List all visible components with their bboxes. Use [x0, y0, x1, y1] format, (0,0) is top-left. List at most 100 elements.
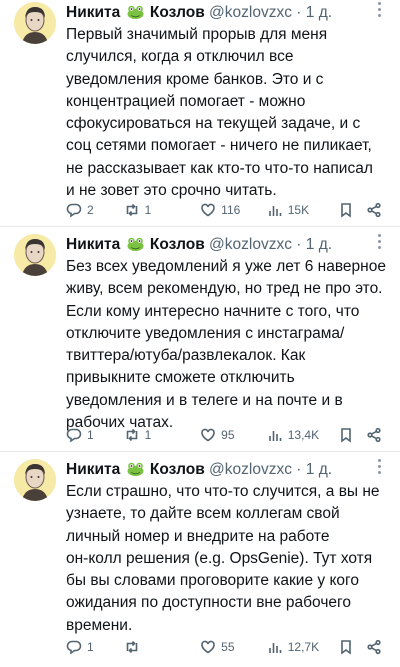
- views-icon: [268, 206, 282, 216]
- heart-icon: [201, 428, 215, 442]
- retweet-icon: [126, 428, 137, 442]
- tweet-text-line: твиттера/ютуба/развлекалок. Как: [66, 347, 306, 365]
- share-icon: [367, 427, 381, 443]
- tweet[interactable]: Никита Козлов @kozlovzxc · 1 д. Без всех…: [0, 232, 400, 452]
- share-button[interactable]: [366, 639, 386, 655]
- tweet-text-line: узнаете, то дайте всем коллегам свой: [66, 505, 340, 523]
- tweet-text-line: сфокусироваться на текущей задаче, и с: [66, 115, 361, 133]
- views-button[interactable]: 13,4K: [267, 427, 339, 443]
- frog-emoji-icon: [127, 462, 144, 476]
- author-surname[interactable]: Козлов: [150, 4, 205, 21]
- bookmark-icon: [341, 428, 352, 443]
- views-icon: [268, 431, 282, 441]
- share-icon: [367, 202, 381, 218]
- views-button[interactable]: 15K: [267, 202, 339, 218]
- tweet[interactable]: Никита Козлов @kozlovzxc · 1 д. Если стр…: [0, 457, 400, 667]
- tweet-actions: 2 1 116 15K: [66, 200, 386, 220]
- separator: ·: [296, 236, 302, 253]
- like-button[interactable]: 95: [200, 427, 267, 443]
- retweet-count: 1: [144, 203, 152, 217]
- reply-button[interactable]: 2: [66, 202, 124, 218]
- tweet-text-line: концентрацией помогает - можно: [66, 92, 306, 110]
- tweet-text-line: Если страшно, что что-то случится, а вы …: [66, 483, 380, 500]
- views-count: 13,4K: [287, 428, 320, 442]
- tweet-text-line: привыкните сможете отключить: [66, 369, 295, 387]
- views-count: 15K: [287, 203, 310, 217]
- tweet-text-line: личный номер и внедрите на работе: [66, 527, 330, 545]
- reply-button[interactable]: 1: [66, 639, 124, 655]
- author-handle[interactable]: @kozlovzxc: [209, 461, 292, 478]
- views-icon: [268, 643, 282, 653]
- tweet[interactable]: Никита Козлов @kozlovzxc · 1 д. Первый з…: [0, 0, 400, 227]
- heart-icon: [201, 203, 215, 217]
- tweet-text-line: не рассказывает как кто-то что-то написа…: [66, 159, 373, 177]
- avatar[interactable]: [14, 459, 56, 501]
- timestamp[interactable]: 1 д.: [306, 236, 332, 253]
- retweet-button[interactable]: [124, 639, 201, 655]
- tweet-actions: 1 55 12,7K: [66, 637, 386, 657]
- reply-icon: [66, 640, 82, 655]
- frog-emoji-icon: [127, 237, 144, 251]
- author-surname[interactable]: Козлов: [150, 236, 205, 253]
- tweet-text-line: бы вы словами проговорите какие у кого: [66, 572, 359, 590]
- avatar[interactable]: [14, 2, 56, 44]
- tweet-header: Никита Козлов @kozlovzxc · 1 д.: [66, 3, 390, 23]
- share-button[interactable]: [366, 427, 386, 443]
- author-name[interactable]: Никита: [66, 461, 120, 478]
- author-name[interactable]: Никита: [66, 4, 120, 21]
- more-icon[interactable]: [378, 2, 382, 18]
- author-name[interactable]: Никита: [66, 236, 120, 253]
- tweet-text-line: ожидания по доступности вне рабочего: [66, 594, 351, 612]
- more-icon[interactable]: [378, 234, 382, 250]
- views-count: 12,7K: [287, 640, 320, 654]
- bookmark-button[interactable]: [338, 427, 366, 443]
- tweet-text-line: живу, всем рекомендую, но тред не про эт…: [66, 280, 383, 298]
- tweet-text-line: Первый значимый прорыв для меня: [66, 26, 328, 43]
- retweet-icon: [126, 203, 137, 217]
- reply-count: 1: [87, 428, 94, 442]
- views-button[interactable]: 12,7K: [267, 639, 339, 655]
- bookmark-button[interactable]: [338, 639, 366, 655]
- tweet-text-line: отключите уведомления с инстаграма/: [66, 324, 345, 342]
- reply-count: 1: [87, 640, 94, 654]
- tweet-text-line: уведомления и в телеге и на почте и в: [66, 391, 343, 409]
- author-handle[interactable]: @kozlovzxc: [209, 4, 292, 21]
- tweet-header: Никита Козлов @kozlovzxc · 1 д.: [66, 460, 390, 480]
- more-icon[interactable]: [378, 459, 382, 475]
- reply-icon: [66, 428, 82, 443]
- tweet-text-line: времени.: [66, 616, 133, 634]
- reply-count: 2: [87, 203, 94, 217]
- bookmark-icon: [341, 203, 352, 218]
- share-button[interactable]: [366, 202, 386, 218]
- tweet-text: Если страшно, что что-то случится, а вы …: [66, 481, 394, 637]
- timestamp[interactable]: 1 д.: [306, 4, 332, 21]
- separator: ·: [296, 4, 302, 21]
- tweet-header: Никита Козлов @kozlovzxc · 1 д.: [66, 235, 390, 255]
- tweet-text-line: соц сетями помогает - ничего не пиликает…: [66, 137, 372, 155]
- reply-icon: [66, 203, 82, 218]
- bookmark-icon: [341, 640, 352, 655]
- retweet-count: 1: [144, 428, 152, 442]
- tweet-text-line: случился, когда я отключил все: [66, 48, 294, 66]
- tweet-actions: 1 1 95 13,4K: [66, 425, 386, 445]
- tweet-text: Без всех уведомлений я уже лет 6 наверно…: [66, 256, 394, 434]
- author-handle[interactable]: @kozlovzxc: [209, 236, 292, 253]
- tweet-text-line: уведомления кроме банков. Это и с: [66, 70, 324, 88]
- heart-icon: [201, 640, 215, 654]
- retweet-button[interactable]: 1: [124, 202, 201, 218]
- avatar[interactable]: [14, 234, 56, 276]
- reply-button[interactable]: 1: [66, 427, 124, 443]
- tweet-text-line: Без всех уведомлений я уже лет 6 наверно…: [66, 258, 386, 275]
- like-button[interactable]: 55: [200, 639, 267, 655]
- like-count: 95: [221, 428, 235, 442]
- like-button[interactable]: 116: [200, 202, 267, 218]
- retweet-button[interactable]: 1: [124, 427, 201, 443]
- like-count: 55: [221, 640, 235, 654]
- share-icon: [367, 639, 381, 655]
- tweet-text-line: он-колл решения (e.g. OpsGenie). Тут хот…: [66, 549, 373, 567]
- author-surname[interactable]: Козлов: [150, 461, 205, 478]
- bookmark-button[interactable]: [338, 202, 366, 218]
- retweet-icon: [126, 640, 137, 654]
- tweet-text: Первый значимый прорыв для меня случился,…: [66, 24, 394, 202]
- timestamp[interactable]: 1 д.: [306, 461, 332, 478]
